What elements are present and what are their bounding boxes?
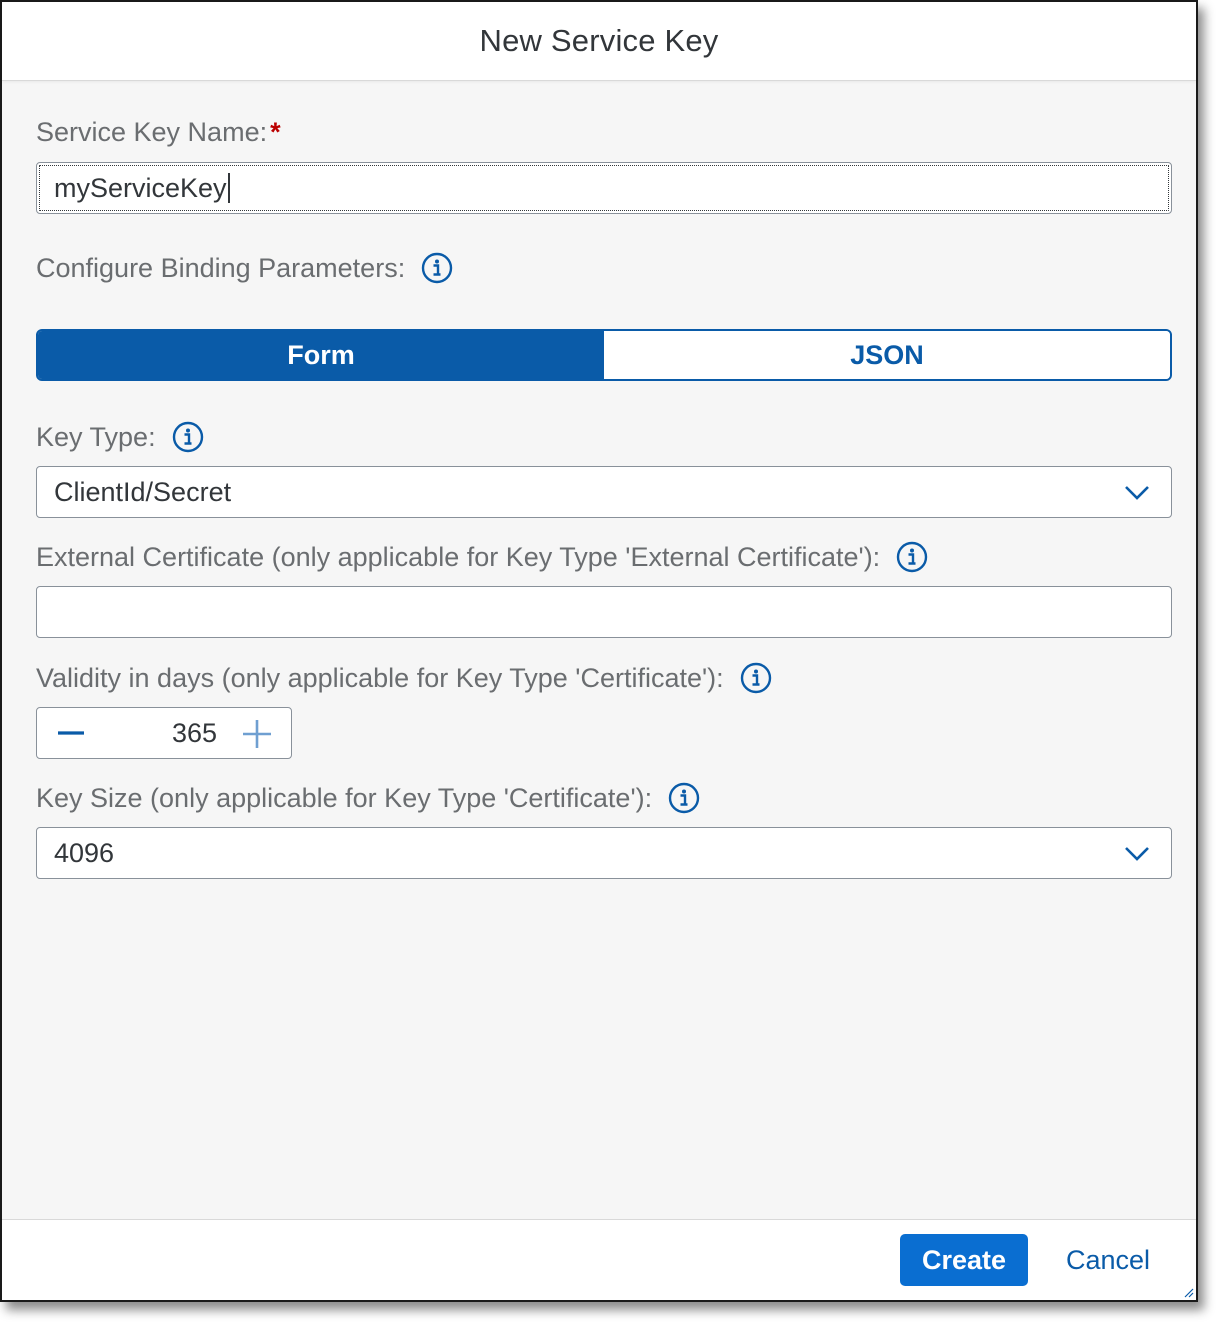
external-certificate-input[interactable] bbox=[36, 586, 1172, 638]
service-key-name-value: myServiceKey bbox=[54, 172, 227, 203]
key-size-label-text: Key Size (only applicable for Key Type '… bbox=[36, 782, 653, 813]
key-type-label-text: Key Type: bbox=[36, 421, 156, 452]
chevron-down-icon[interactable] bbox=[1123, 480, 1151, 504]
service-key-name-input[interactable]: myServiceKey bbox=[36, 162, 1172, 214]
tab-form[interactable]: Form bbox=[38, 331, 604, 379]
required-marker: * bbox=[270, 116, 281, 147]
key-size-selected-value: 4096 bbox=[54, 837, 115, 868]
info-icon[interactable] bbox=[668, 782, 700, 814]
dialog-header: New Service Key bbox=[2, 2, 1196, 81]
service-key-name-label-text: Service Key Name: bbox=[36, 116, 268, 147]
info-icon[interactable] bbox=[896, 541, 928, 573]
binding-params-label: Configure Binding Parameters: bbox=[36, 249, 453, 287]
form-json-toggle: Form JSON bbox=[36, 329, 1172, 381]
dialog-title: New Service Key bbox=[479, 23, 719, 58]
resize-handle-icon[interactable] bbox=[1182, 1286, 1194, 1298]
dialog-footer: Create Cancel bbox=[2, 1219, 1196, 1300]
binding-params-label-text: Configure Binding Parameters: bbox=[36, 252, 406, 283]
validity-label: Validity in days (only applicable for Ke… bbox=[36, 659, 772, 697]
validity-value[interactable]: 365 bbox=[172, 708, 217, 758]
key-type-select[interactable]: ClientId/Secret bbox=[36, 466, 1172, 518]
key-type-selected-value: ClientId/Secret bbox=[54, 476, 232, 507]
chevron-down-icon[interactable] bbox=[1123, 841, 1151, 865]
tab-json[interactable]: JSON bbox=[604, 331, 1170, 379]
text-caret bbox=[227, 173, 230, 203]
new-service-key-dialog: New Service Key Service Key Name: * mySer… bbox=[0, 0, 1198, 1302]
validity-stepper: 365 bbox=[36, 707, 292, 759]
plus-icon[interactable] bbox=[241, 719, 273, 749]
create-button[interactable]: Create bbox=[900, 1234, 1028, 1286]
key-size-select[interactable]: 4096 bbox=[36, 827, 1172, 879]
key-type-label: Key Type: bbox=[36, 418, 204, 456]
external-certificate-label: External Certificate (only applicable fo… bbox=[36, 538, 928, 576]
cancel-button[interactable]: Cancel bbox=[1052, 1234, 1164, 1286]
external-certificate-label-text: External Certificate (only applicable fo… bbox=[36, 541, 881, 572]
info-icon[interactable] bbox=[421, 252, 453, 284]
info-icon[interactable] bbox=[172, 421, 204, 453]
info-icon[interactable] bbox=[740, 662, 772, 694]
validity-label-text: Validity in days (only applicable for Ke… bbox=[36, 662, 724, 693]
service-key-name-label: Service Key Name: * bbox=[36, 114, 281, 150]
key-size-label: Key Size (only applicable for Key Type '… bbox=[36, 779, 700, 817]
minus-icon[interactable] bbox=[55, 720, 87, 746]
